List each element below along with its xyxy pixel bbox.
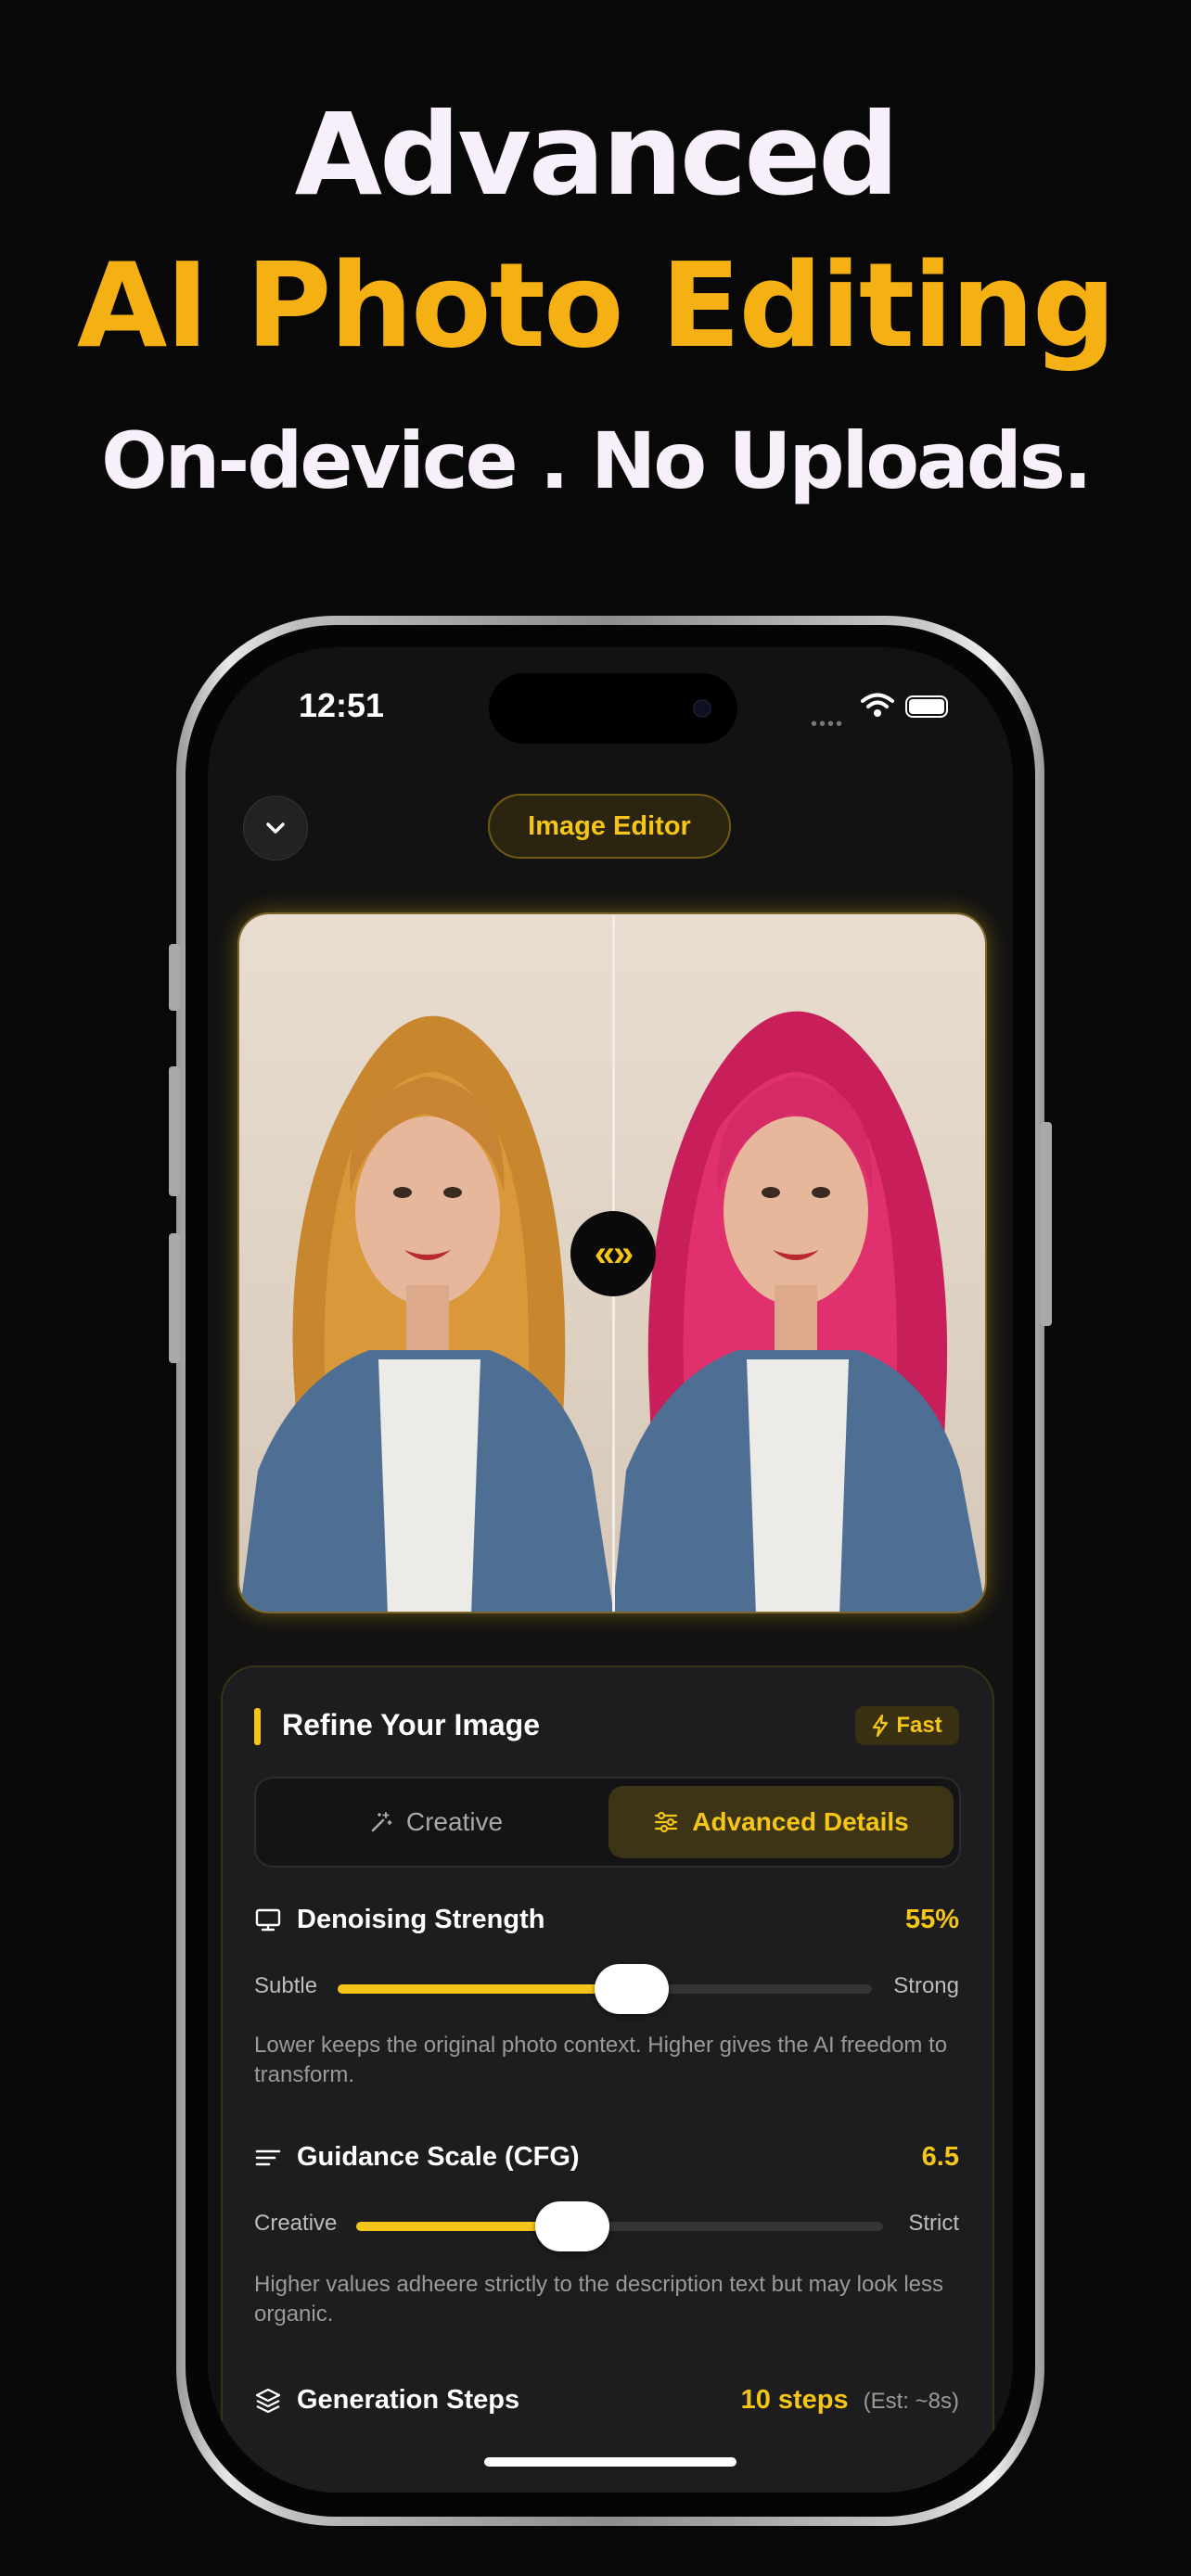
guidance-label: Guidance Scale (CFG) (297, 2142, 580, 2172)
battery-icon (905, 695, 948, 718)
steps-label: Generation Steps (297, 2385, 520, 2415)
headline-line-2: AI Photo Editing (76, 237, 1116, 374)
tab-advanced-label: Advanced Details (692, 1807, 909, 1836)
phone-screen: 12:51 •••• Image Editor «» Refine Your I… (208, 647, 1013, 2493)
headline-line-1: Advanced (294, 89, 900, 221)
denoising-description: Lower keeps the original photo context. … (254, 2033, 948, 2087)
before-after-compare[interactable]: «» (237, 912, 987, 1613)
magic-wand-icon (371, 1812, 392, 1832)
lines-icon (255, 2149, 281, 2165)
layers-icon (255, 2388, 281, 2413)
phone-mute-switch (169, 944, 180, 1011)
guidance-max-label: Strict (908, 2211, 959, 2236)
tab-creative[interactable]: Creative (263, 1786, 608, 1858)
guidance-slider[interactable] (356, 2201, 883, 2251)
phone-volume-down (169, 1233, 180, 1363)
wifi-icon (861, 693, 894, 717)
denoising-slider-fill (338, 1984, 632, 1994)
collapse-button[interactable] (243, 796, 308, 861)
denoising-slider[interactable] (338, 1964, 872, 2014)
refine-panel: Refine Your Image Fast Creative Advanced… (221, 1665, 994, 2493)
guidance-value: 6.5 (921, 2142, 959, 2172)
denoising-max-label: Strong (893, 1973, 959, 1998)
fast-badge-label: Fast (896, 1713, 942, 1738)
fast-badge: Fast (855, 1706, 959, 1745)
lightning-icon (873, 1715, 889, 1737)
guidance-description: Higher values adheere strictly to the de… (254, 2272, 944, 2327)
monitor-icon (255, 1908, 281, 1931)
guidance-slider-knob[interactable] (534, 2201, 609, 2251)
compare-handle[interactable]: «» (570, 1211, 656, 1296)
tab-creative-label: Creative (405, 1807, 504, 1836)
guidance-label-row: Guidance Scale (CFG) (254, 2142, 580, 2173)
steps-value-group: 10 steps (Est: ~8s) (741, 2385, 959, 2416)
denoising-value: 55% (904, 1905, 959, 1934)
steps-value: 10 steps (740, 2385, 849, 2415)
denoising-label-row: Denoising Strength (254, 1905, 544, 1935)
home-indicator[interactable] (484, 2457, 736, 2467)
status-time: 12:51 (299, 686, 385, 724)
camera-icon (693, 699, 711, 718)
headline-line-3: On-device . No Uploads. (101, 415, 1093, 506)
screen-title-pill: Image Editor (488, 794, 731, 859)
denoising-label: Denoising Strength (297, 1905, 545, 1934)
signal-dots-icon: •••• (811, 714, 845, 734)
phone-power-button (1041, 1122, 1052, 1326)
panel-accent-bar (254, 1708, 261, 1745)
denoising-min-label: Subtle (254, 1973, 318, 1998)
before-image (239, 914, 612, 1612)
panel-title: Refine Your Image (282, 1708, 540, 1741)
mode-segmented-control: Creative Advanced Details (254, 1777, 961, 1868)
steps-label-row: Generation Steps (254, 2385, 519, 2416)
steps-estimate: (Est: ~8s) (863, 2389, 959, 2414)
guidance-min-label: Creative (254, 2211, 338, 2236)
after-image (612, 914, 985, 1612)
tab-advanced-details[interactable]: Advanced Details (608, 1786, 954, 1858)
sliders-icon (655, 1811, 678, 1833)
phone-volume-up (169, 1066, 180, 1196)
compare-arrows-icon: «» (594, 1232, 634, 1274)
dynamic-island (489, 673, 737, 744)
chevron-down-icon (266, 823, 285, 834)
denoising-slider-knob[interactable] (594, 1964, 669, 2014)
